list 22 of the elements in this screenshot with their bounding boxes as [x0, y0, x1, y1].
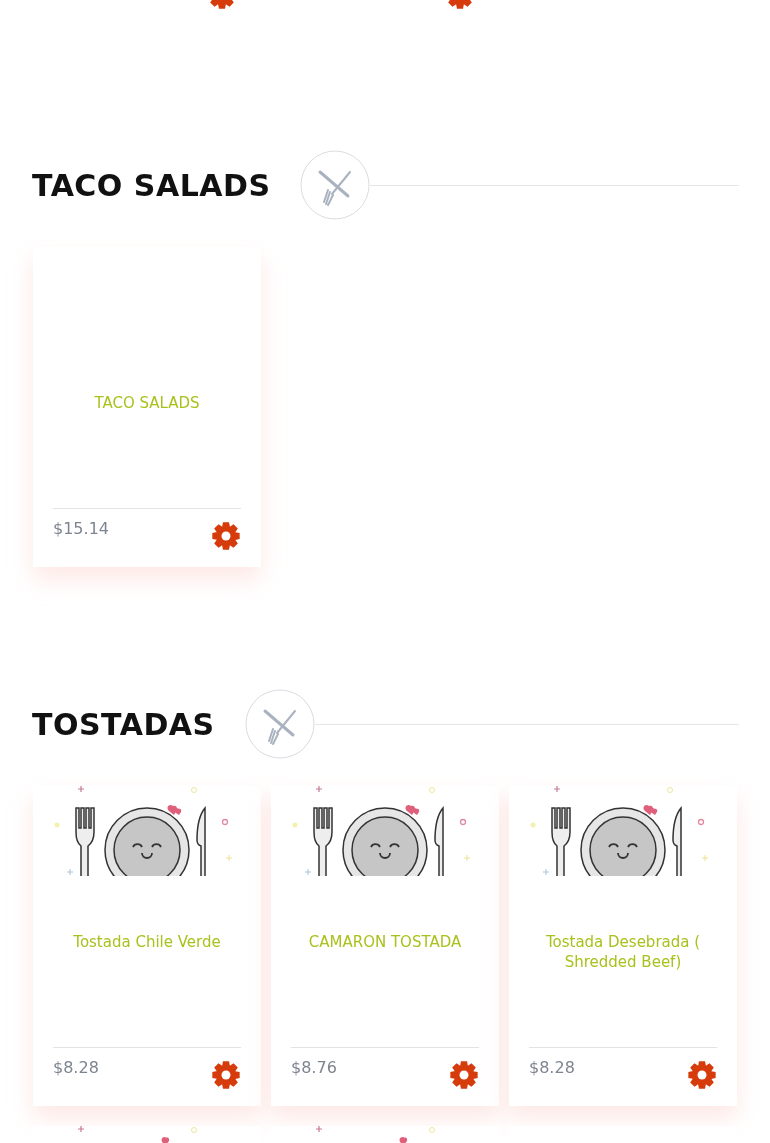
item-price: $8.28: [53, 1057, 99, 1079]
item-price: $8.28: [529, 1057, 575, 1079]
menu-card[interactable]: CAMARON TOSTADA $8.76: [271, 786, 499, 1106]
item-name[interactable]: Tostada Chile Verde: [53, 876, 241, 1010]
item-name[interactable]: CAMARON TOSTADA: [291, 876, 479, 1010]
settings-icon[interactable]: [449, 1060, 479, 1090]
section-title: TOSTADAS: [32, 705, 215, 744]
cutlery-icon: [300, 150, 371, 220]
settings-icon[interactable]: [687, 1060, 717, 1090]
item-price: $8.76: [291, 1057, 337, 1079]
settings-icon[interactable]: [207, 0, 237, 10]
settings-icon[interactable]: [445, 0, 475, 10]
item-name[interactable]: Tostada Desebrada ( Shredded Beef): [529, 876, 717, 1010]
menu-card[interactable]: Tostada Chile Verde $8.28: [33, 786, 261, 1106]
menu-card[interactable]: Tostada Desebrada ( Shredded Beef) $8.28: [509, 786, 737, 1106]
section-title: TACO SALADS: [32, 166, 271, 205]
settings-icon[interactable]: [211, 521, 241, 551]
menu-card[interactable]: TACO SALADS $15.14: [33, 247, 261, 567]
item-price: $15.14: [53, 518, 109, 540]
cutlery-icon: [244, 689, 315, 759]
item-name[interactable]: TACO SALADS: [53, 337, 241, 471]
settings-icon[interactable]: [211, 1060, 241, 1090]
